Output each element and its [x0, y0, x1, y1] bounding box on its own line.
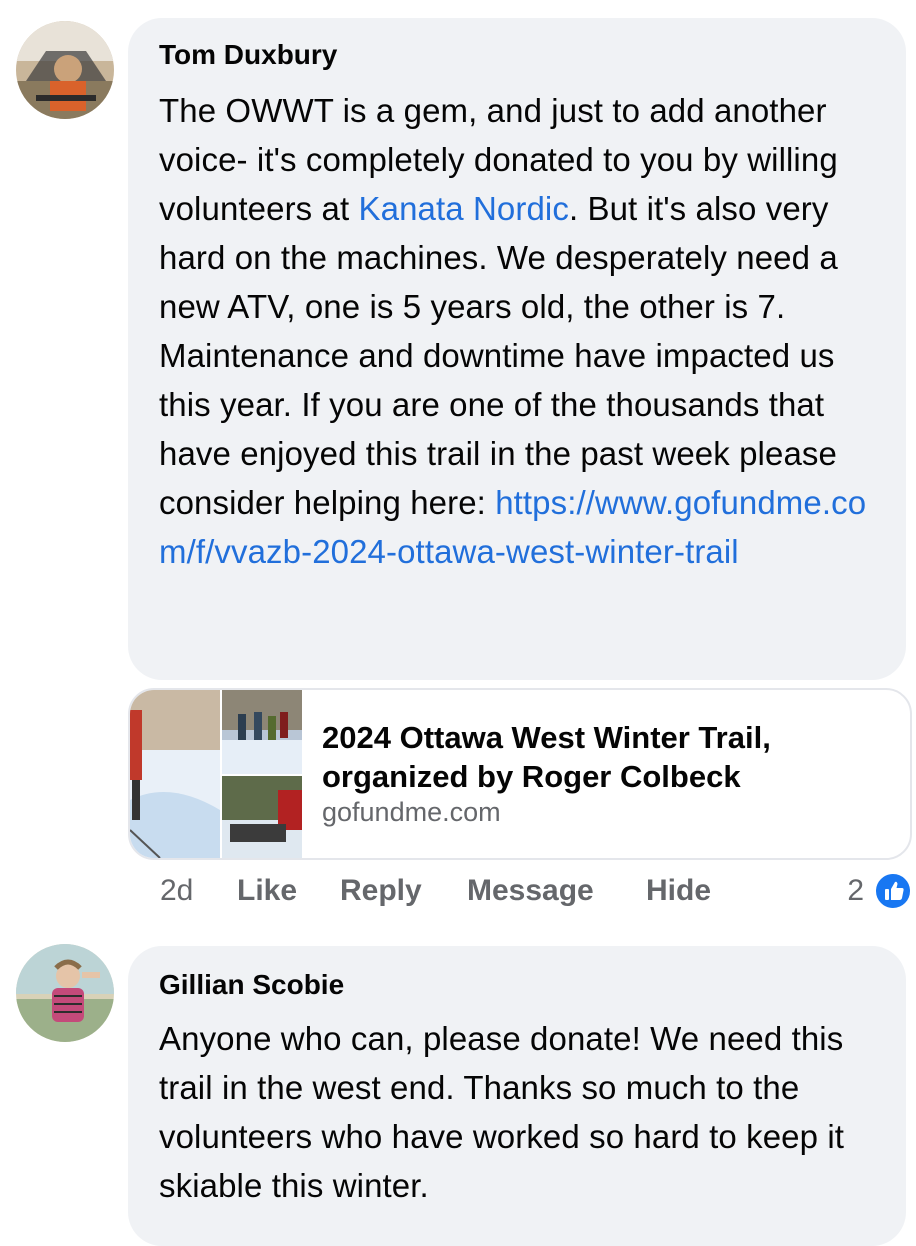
avatar-gillian-scobie[interactable] — [16, 944, 114, 1042]
comment-author[interactable]: Gillian Scobie — [159, 968, 882, 1002]
comment-timestamp[interactable]: 2d — [160, 868, 193, 914]
comment-text-continued: . But it's also very hard on the machine… — [159, 190, 838, 521]
comment-text: Anyone who can, please donate! We need t… — [159, 1020, 845, 1204]
comment-actions: 2d Like Reply Message Hide 2 — [160, 868, 916, 914]
comment-bubble: Gillian Scobie Anyone who can, please do… — [128, 946, 906, 1246]
mention-link[interactable]: Kanata Nordic — [359, 190, 569, 227]
comment-body: The OWWT is a gem, and just to add anoth… — [159, 86, 894, 576]
avatar-image — [16, 944, 114, 1042]
reaction-count[interactable]: 2 — [847, 868, 864, 914]
like-button[interactable]: Like — [237, 868, 297, 914]
comment-bubble: Tom Duxbury The OWWT is a gem, and just … — [128, 18, 906, 680]
avatar-image — [16, 21, 114, 119]
link-preview-domain: gofundme.com — [322, 797, 501, 827]
link-preview-thumbnail — [130, 690, 302, 858]
link-preview-card[interactable]: 2024 Ottawa West Winter Trail, organized… — [128, 688, 912, 860]
hide-button[interactable]: Hide — [646, 868, 711, 914]
message-button[interactable]: Message — [467, 868, 594, 914]
thumbs-up-icon[interactable] — [874, 872, 912, 910]
reply-button[interactable]: Reply — [340, 868, 422, 914]
comment-author[interactable]: Tom Duxbury — [159, 38, 882, 72]
avatar-tom-duxbury[interactable] — [16, 21, 114, 119]
link-preview-title[interactable]: 2024 Ottawa West Winter Trail, organized… — [322, 718, 892, 796]
